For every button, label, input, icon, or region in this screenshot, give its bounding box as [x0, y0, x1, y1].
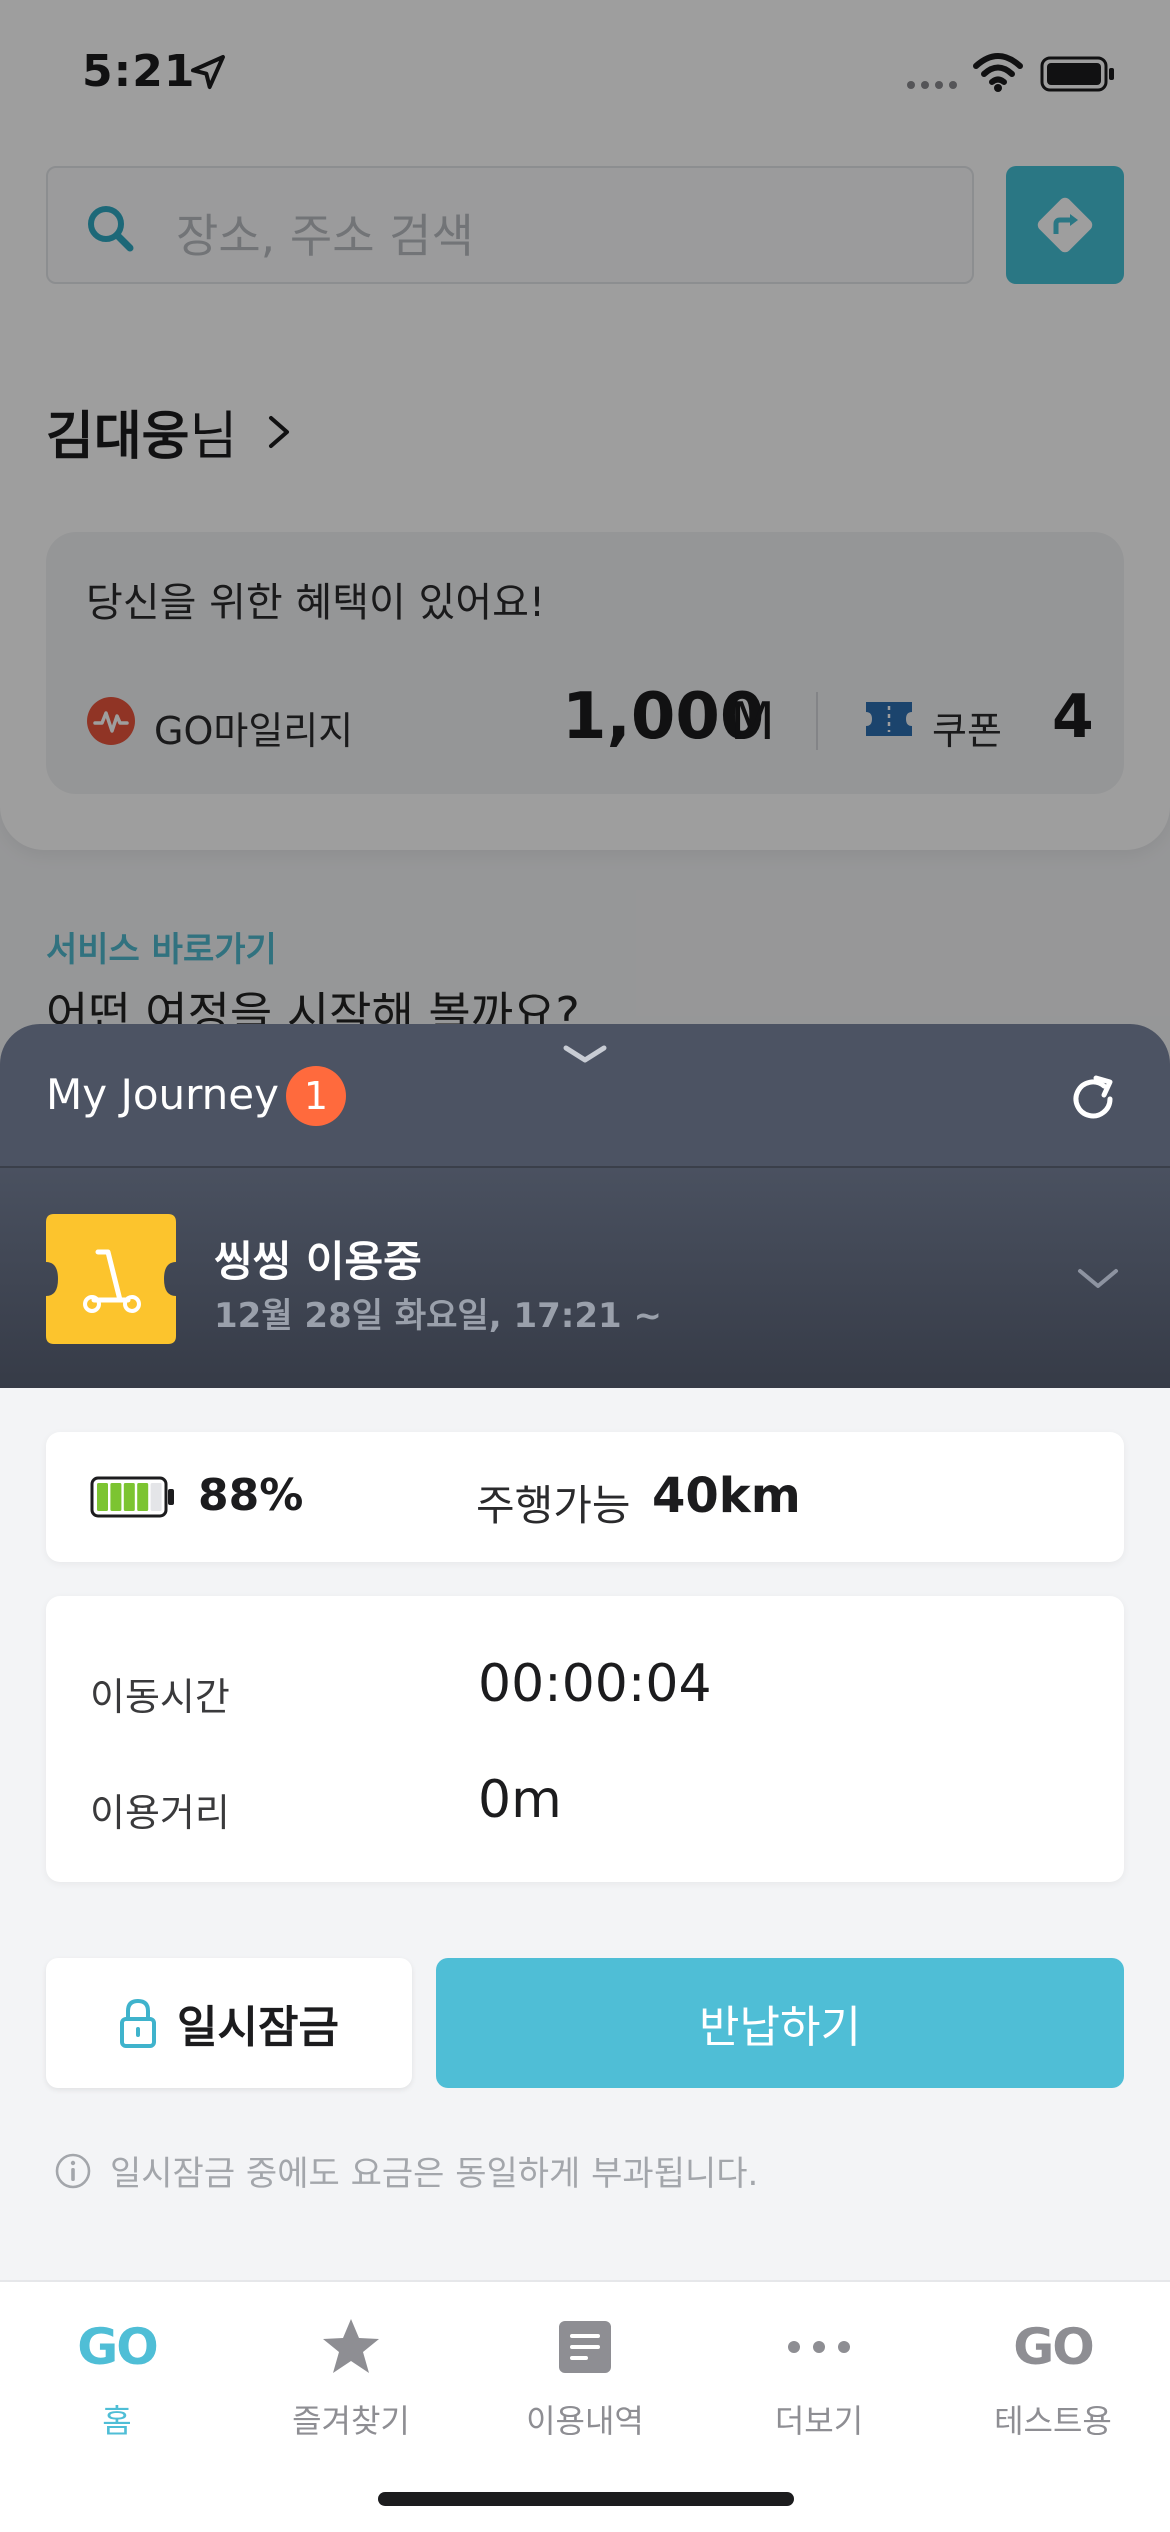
- stat-value-duration: 00:00:04: [478, 1654, 712, 1714]
- battery-icon: [90, 1476, 174, 1518]
- tab-test-label: 테스트용: [994, 2402, 1112, 2440]
- refresh-icon[interactable]: [1066, 1072, 1120, 1126]
- fee-notice-text: 일시잠금 중에도 요금은 동일하게 부과됩니다.: [110, 2154, 759, 2194]
- lock-icon: [120, 1998, 157, 2048]
- more-dots-icon: [788, 2341, 850, 2353]
- tab-more-label: 더보기: [774, 2402, 864, 2440]
- tab-home[interactable]: GO 홈: [0, 2312, 234, 2452]
- star-icon: [323, 2319, 379, 2373]
- battery-range-card: 88% 주행가능 40km: [46, 1432, 1124, 1562]
- range-value: 40km: [652, 1468, 801, 1524]
- return-button[interactable]: 반납하기: [436, 1958, 1124, 2088]
- tab-favorites[interactable]: 즐겨찾기: [234, 2312, 468, 2452]
- tab-favorites-label: 즐겨찾기: [292, 2402, 410, 2440]
- scooter-ticket-icon: [46, 1214, 176, 1344]
- go-logo-icon: GO: [77, 2318, 159, 2376]
- home-indicator: [378, 2492, 794, 2506]
- pause-lock-button[interactable]: 일시잠금: [46, 1958, 412, 2088]
- journey-sheet-header[interactable]: My Journey 1: [0, 1024, 1170, 1166]
- document-icon: [559, 2321, 611, 2373]
- battery-cell: [150, 1483, 162, 1511]
- stat-label-distance: 이용거리: [90, 1791, 230, 1835]
- fee-notice: 일시잠금 중에도 요금은 동일하게 부과됩니다.: [54, 2146, 758, 2195]
- ride-detail-panel: 88% 주행가능 40km 이동시간 00:00:04 이용거리 0m 일시잠금…: [0, 1388, 1170, 2280]
- battery-cell: [123, 1483, 135, 1511]
- ride-start-time: 12월 28일 화요일, 17:21 ~: [214, 1296, 663, 1336]
- ride-title: 씽씽 이용중: [214, 1237, 422, 1286]
- info-icon: [55, 2153, 91, 2188]
- stat-value-distance: 0m: [478, 1770, 562, 1830]
- battery-cell: [110, 1483, 122, 1511]
- tab-test[interactable]: GO 테스트용: [936, 2312, 1170, 2452]
- battery-cell: [97, 1483, 108, 1511]
- active-ride-row[interactable]: 씽씽 이용중 12월 28일 화요일, 17:21 ~: [0, 1166, 1170, 1388]
- tab-home-label: 홈: [102, 2402, 132, 2440]
- ride-stats-card: 이동시간 00:00:04 이용거리 0m: [46, 1596, 1124, 1882]
- journey-count-badge: 1: [286, 1066, 346, 1126]
- dim-overlay[interactable]: [0, 0, 1170, 1100]
- stat-label-duration: 이동시간: [90, 1675, 230, 1719]
- journey-title: My Journey: [46, 1070, 279, 1119]
- battery-cell: [137, 1483, 149, 1511]
- chevron-down-icon[interactable]: [560, 1040, 610, 1068]
- range-label: 주행가능: [476, 1481, 631, 1530]
- chevron-down-icon[interactable]: [1076, 1266, 1120, 1292]
- tab-history-label: 이용내역: [526, 2402, 644, 2440]
- battery-percent: 88%: [198, 1470, 304, 1521]
- lock-button-label: 일시잠금: [177, 2002, 339, 2053]
- go-logo-icon: GO: [1013, 2318, 1095, 2376]
- tab-history[interactable]: 이용내역: [468, 2312, 702, 2452]
- tab-more[interactable]: 더보기: [702, 2312, 936, 2452]
